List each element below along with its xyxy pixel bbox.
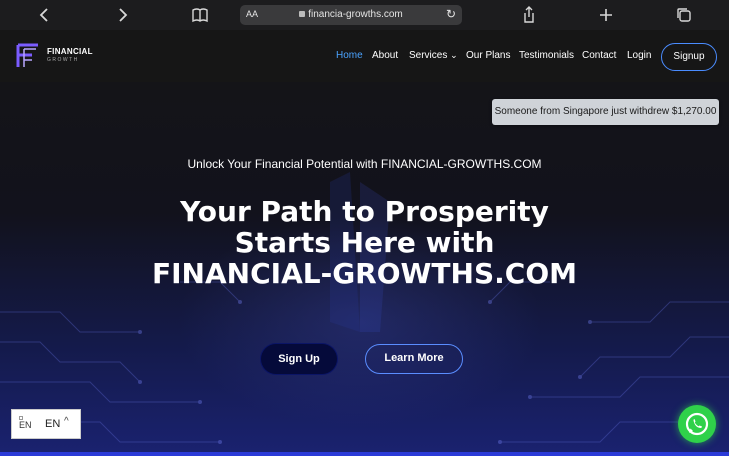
- chevron-left-icon[interactable]: [34, 4, 56, 26]
- logo-text: FINANCIAL: [47, 47, 93, 56]
- flag-alt-text: EN: [19, 420, 32, 430]
- nav-services-label: Services: [409, 50, 448, 61]
- book-icon[interactable]: [189, 4, 211, 26]
- nav-home[interactable]: Home: [336, 50, 363, 61]
- site-logo[interactable]: FINANCIAL GROWTH: [14, 39, 94, 73]
- flag-icon: EN: [19, 416, 35, 434]
- learn-more-button[interactable]: Learn More: [365, 344, 463, 374]
- lock-icon: [299, 11, 306, 17]
- address-bar[interactable]: AA financia-growths.com ↻: [240, 5, 462, 25]
- site-header: FINANCIAL GROWTH Home About Services ⌄ O…: [0, 30, 729, 82]
- hero-headline: Your Path to Prosperity Starts Here with…: [152, 195, 577, 290]
- whatsapp-icon[interactable]: [678, 405, 716, 443]
- reload-icon[interactable]: ↻: [446, 7, 456, 21]
- language-code: EN: [45, 418, 61, 430]
- browser-toolbar: AA financia-growths.com ↻: [0, 0, 729, 30]
- chevron-up-icon: ^: [64, 416, 69, 427]
- logo-mark-icon: [16, 43, 38, 67]
- tabs-icon[interactable]: [673, 4, 695, 26]
- hero-tagline: Unlock Your Financial Potential with FIN…: [187, 157, 542, 171]
- nav-our-plans[interactable]: Our Plans: [466, 50, 510, 61]
- withdrawal-notification: Someone from Singapore just withdrew $1,…: [492, 99, 719, 125]
- hero-section: Someone from Singapore just withdrew $1,…: [0, 82, 729, 456]
- language-selector[interactable]: EN EN ^: [11, 409, 81, 439]
- nav-about[interactable]: About: [372, 50, 398, 61]
- nav-login[interactable]: Login: [627, 50, 651, 61]
- bottom-accent-line: [0, 452, 729, 456]
- nav-services[interactable]: Services ⌄: [409, 50, 458, 61]
- plus-icon[interactable]: [595, 4, 617, 26]
- signup-button[interactable]: Signup: [661, 43, 717, 71]
- url-text: financia-growths.com: [308, 9, 403, 20]
- nav-testimonials[interactable]: Testimonials: [519, 50, 574, 61]
- nav-contact[interactable]: Contact: [582, 50, 616, 61]
- sign-up-button[interactable]: Sign Up: [261, 344, 337, 374]
- chevron-right-icon[interactable]: [111, 4, 133, 26]
- logo-subtext: GROWTH: [47, 57, 79, 63]
- chevron-down-icon: ⌄: [450, 50, 458, 60]
- share-icon[interactable]: [518, 4, 540, 26]
